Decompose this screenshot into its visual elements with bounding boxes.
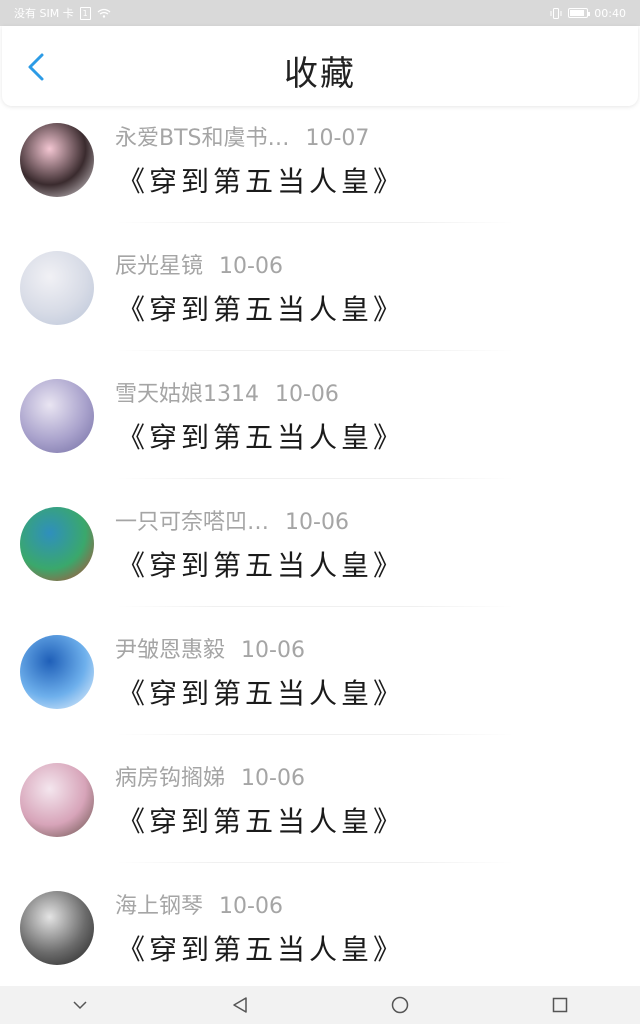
status-left: 没有 SIM 卡 1 (14, 5, 111, 21)
username[interactable]: 永爱BTS和虞书… (115, 126, 290, 151)
divider (115, 734, 515, 735)
divider (115, 350, 515, 351)
avatar[interactable] (20, 251, 94, 325)
wifi-icon (97, 8, 111, 18)
carrier-text: 没有 SIM 卡 (14, 7, 74, 20)
favorite-title[interactable]: 《穿到第五当人皇》 (117, 288, 405, 328)
status-bar: 没有 SIM 卡 1 00:40 (0, 0, 640, 26)
avatar[interactable] (20, 379, 94, 453)
divider (115, 222, 515, 223)
date: 10-06 (241, 638, 305, 663)
username[interactable]: 一只可奈嗒凹… (115, 510, 269, 535)
recents-square-icon[interactable] (545, 990, 575, 1020)
item-meta: 永爱BTS和虞书… 10-07 (115, 120, 369, 152)
sim-icon: 1 (79, 6, 91, 20)
username[interactable]: 辰光星镜 (115, 254, 203, 279)
date: 10-06 (219, 254, 283, 279)
item-meta: 尹皱恩惠毅 10-06 (115, 632, 305, 664)
list-item[interactable]: 永爱BTS和虞书… 10-07 《穿到第五当人皇》 (0, 108, 640, 236)
list-item[interactable]: 一只可奈嗒凹… 10-06 《穿到第五当人皇》 (0, 492, 640, 620)
divider (115, 478, 515, 479)
battery-icon (568, 8, 591, 18)
list-item[interactable]: 尹皱恩惠毅 10-06 《穿到第五当人皇》 (0, 620, 640, 748)
list-item[interactable]: 辰光星镜 10-06 《穿到第五当人皇》 (0, 236, 640, 364)
favorites-list: 永爱BTS和虞书… 10-07 《穿到第五当人皇》 辰光星镜 10-06 《穿到第五当人皇… (0, 108, 640, 1004)
item-meta: 一只可奈嗒凹… 10-06 (115, 504, 349, 536)
page-title: 收藏 (284, 54, 356, 94)
date: 10-06 (241, 766, 305, 791)
list-item[interactable]: 海上钢琴 10-06 《穿到第五当人皇》 (0, 876, 640, 1004)
favorite-title[interactable]: 《穿到第五当人皇》 (117, 800, 405, 840)
avatar[interactable] (20, 763, 94, 837)
avatar[interactable] (20, 507, 94, 581)
divider (115, 606, 515, 607)
favorite-title[interactable]: 《穿到第五当人皇》 (117, 160, 405, 200)
home-circle-icon[interactable] (385, 990, 415, 1020)
back-triangle-icon[interactable] (225, 990, 255, 1020)
avatar[interactable] (20, 891, 94, 965)
avatar[interactable] (20, 123, 94, 197)
item-meta: 海上钢琴 10-06 (115, 888, 283, 920)
username[interactable]: 海上钢琴 (115, 894, 203, 919)
vibrate-icon (550, 7, 562, 19)
divider (115, 862, 515, 863)
navigation-bar (0, 986, 640, 1024)
list-item[interactable]: 病房钩搁娣 10-06 《穿到第五当人皇》 (0, 748, 640, 876)
clock-text: 00:40 (594, 6, 626, 20)
battery-fill (570, 10, 584, 16)
username[interactable]: 雪天姑娘1314 (115, 382, 259, 407)
chevron-down-icon[interactable] (65, 990, 95, 1020)
date: 10-06 (285, 510, 349, 535)
username[interactable]: 尹皱恩惠毅 (115, 638, 225, 663)
date: 10-06 (219, 894, 283, 919)
favorite-title[interactable]: 《穿到第五当人皇》 (117, 416, 405, 456)
favorite-title[interactable]: 《穿到第五当人皇》 (117, 544, 405, 584)
item-meta: 雪天姑娘1314 10-06 (115, 376, 339, 408)
date: 10-06 (275, 382, 339, 407)
favorite-title[interactable]: 《穿到第五当人皇》 (117, 928, 405, 968)
username[interactable]: 病房钩搁娣 (115, 766, 225, 791)
status-right: 00:40 (550, 7, 626, 20)
item-meta: 病房钩搁娣 10-06 (115, 760, 305, 792)
favorite-title[interactable]: 《穿到第五当人皇》 (117, 672, 405, 712)
list-item[interactable]: 雪天姑娘1314 10-06 《穿到第五当人皇》 (0, 364, 640, 492)
date: 10-07 (305, 126, 370, 151)
header: 收藏 (2, 26, 638, 106)
avatar[interactable] (20, 635, 94, 709)
item-meta: 辰光星镜 10-06 (115, 248, 283, 280)
